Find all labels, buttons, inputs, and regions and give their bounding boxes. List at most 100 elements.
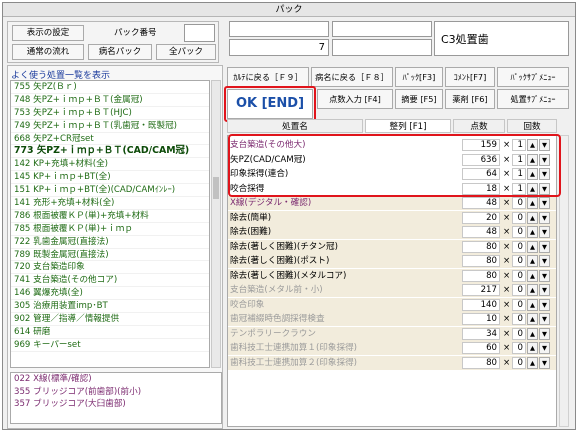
increment-up-icon[interactable]: ▲ bbox=[527, 284, 538, 296]
increment-up-icon[interactable]: ▲ bbox=[527, 240, 538, 253]
table-row[interactable]: X線(デジタル・確認) 48 × 0 ▲ ▼ bbox=[228, 196, 556, 210]
scrollbar-thumb[interactable] bbox=[213, 177, 219, 199]
points-field[interactable]: 48 bbox=[462, 226, 500, 238]
increment-up-icon[interactable]: ▲ bbox=[527, 313, 538, 325]
table-row[interactable]: テンポラリークラウン 34 × 0 ▲ ▼ bbox=[228, 326, 556, 341]
increment-up-icon[interactable]: ▲ bbox=[527, 269, 538, 282]
list-item[interactable]: 722 乳歯金属冠(直接法) bbox=[11, 236, 209, 249]
points-input-button[interactable]: 点数入力 [F4] bbox=[317, 89, 393, 109]
list-item[interactable]: 022 X線(標準/確認) bbox=[11, 373, 221, 386]
points-field[interactable]: 60 bbox=[462, 342, 500, 354]
list-item[interactable]: 741 支台築造(その他コア) bbox=[11, 274, 209, 288]
pack-submenu-button[interactable]: ﾊﾟｯｸｻﾌﾞﾒﾆｭｰ bbox=[497, 67, 569, 87]
points-field[interactable]: 80 bbox=[462, 356, 500, 369]
treatment-submenu-button[interactable]: 処置ｻﾌﾞﾒﾆｭｰ bbox=[497, 89, 569, 109]
list-item[interactable]: 785 根面被覆ＫＰ(単)+ｉｍｐ bbox=[11, 223, 209, 236]
display-settings-button[interactable]: 表示の設定 bbox=[12, 25, 84, 41]
table-row[interactable]: 歯科技工士連携加算１(印象採得) 60 × 0 ▲ ▼ bbox=[228, 341, 556, 355]
count-field[interactable]: 0 bbox=[512, 298, 526, 311]
list-item[interactable]: 773 矢PZ+ｉｍｐ+ＢＴ(CAD/CAM冠) bbox=[11, 145, 209, 159]
table-row[interactable]: 支台築造(メタル前・小) 217 × 0 ▲ ▼ bbox=[228, 283, 556, 297]
decrement-down-icon[interactable]: ▼ bbox=[539, 269, 550, 282]
decrement-down-icon[interactable]: ▼ bbox=[539, 197, 550, 209]
count-field[interactable]: 0 bbox=[512, 255, 526, 267]
increment-up-icon[interactable]: ▲ bbox=[527, 342, 538, 354]
count-field[interactable]: 0 bbox=[512, 313, 526, 325]
decrement-down-icon[interactable]: ▼ bbox=[539, 298, 550, 311]
medication-button[interactable]: 薬剤 [F6] bbox=[445, 89, 495, 109]
count-field[interactable]: 0 bbox=[512, 356, 526, 369]
increment-up-icon[interactable]: ▲ bbox=[527, 327, 538, 340]
decrement-down-icon[interactable]: ▼ bbox=[539, 255, 550, 267]
count-field[interactable]: 0 bbox=[512, 342, 526, 354]
list-item[interactable]: 614 研磨 bbox=[11, 326, 209, 339]
decrement-down-icon[interactable]: ▼ bbox=[539, 211, 550, 224]
increment-up-icon[interactable]: ▲ bbox=[527, 211, 538, 224]
list-item[interactable]: 748 矢PZ+ｉｍｐ+ＢＴ(金属冠) bbox=[11, 94, 209, 107]
count-field[interactable]: 0 bbox=[512, 327, 526, 340]
decrement-down-icon[interactable]: ▼ bbox=[539, 226, 550, 238]
table-row[interactable]: 除去(著しく困難)(ポスト) 80 × 0 ▲ ▼ bbox=[228, 254, 556, 268]
normal-flow-button[interactable]: 通常の流れ bbox=[12, 44, 84, 60]
table-row[interactable]: 歯冠補綴時色調採得検査 10 × 0 ▲ ▼ bbox=[228, 312, 556, 326]
back-to-karte-button[interactable]: ｶﾙﾃに戻る［Ｆ９］ bbox=[227, 67, 309, 87]
points-field[interactable]: 34 bbox=[462, 327, 500, 340]
list-item[interactable]: 668 矢PZ+CR冠set bbox=[11, 133, 209, 146]
table-row[interactable]: 除去(著しく困難)(チタン冠) 80 × 0 ▲ ▼ bbox=[228, 239, 556, 254]
list-item[interactable]: 355 ブリッジコア(前歯部)(前小) bbox=[11, 386, 221, 399]
list-scrollbar[interactable] bbox=[211, 80, 221, 368]
list-item[interactable]: 146 翼爆充填(全) bbox=[11, 287, 209, 301]
points-field[interactable]: 10 bbox=[462, 313, 500, 325]
decrement-down-icon[interactable]: ▼ bbox=[539, 284, 550, 296]
sort-button[interactable]: 整列 [F1] bbox=[365, 119, 451, 133]
points-field[interactable]: 80 bbox=[462, 255, 500, 267]
count-field[interactable]: 0 bbox=[512, 269, 526, 282]
list-item[interactable]: 357 ブリッジコア(大臼歯部) bbox=[11, 398, 221, 411]
summary-button[interactable]: 摘要 [F5] bbox=[395, 89, 443, 109]
count-field[interactable]: 0 bbox=[512, 197, 526, 209]
table-row[interactable]: 除去(簡単) 20 × 0 ▲ ▼ bbox=[228, 210, 556, 225]
table-row[interactable]: 除去(困難) 48 × 0 ▲ ▼ bbox=[228, 225, 556, 239]
increment-up-icon[interactable]: ▲ bbox=[527, 356, 538, 369]
points-field[interactable]: 20 bbox=[462, 211, 500, 224]
points-field[interactable]: 140 bbox=[462, 298, 500, 311]
decrement-down-icon[interactable]: ▼ bbox=[539, 342, 550, 354]
comment-button[interactable]: ｺﾒﾝﾄ[F7] bbox=[445, 67, 495, 87]
list-item[interactable]: 969 キーパーset bbox=[11, 339, 209, 352]
list-item[interactable]: 141 充形+充填+材料(全) bbox=[11, 197, 209, 210]
count-field[interactable]: 0 bbox=[512, 211, 526, 224]
all-pack-button[interactable]: 全パック bbox=[156, 44, 216, 60]
count-field[interactable]: 0 bbox=[512, 240, 526, 253]
points-field[interactable]: 80 bbox=[462, 240, 500, 253]
points-field[interactable]: 48 bbox=[462, 197, 500, 209]
pack-number-input[interactable] bbox=[184, 24, 215, 42]
disease-pack-button[interactable]: 病名パック bbox=[88, 44, 152, 60]
count-field[interactable]: 0 bbox=[512, 226, 526, 238]
increment-up-icon[interactable]: ▲ bbox=[527, 226, 538, 238]
list-item[interactable]: 305 治療用装置imp･BT bbox=[11, 300, 209, 314]
list-item[interactable]: 902 管理／指導／情報提供 bbox=[11, 313, 209, 326]
list-item[interactable]: 749 矢PZ+ｉｍｐ+ＢＴ(乳歯冠・既製冠) bbox=[11, 120, 209, 133]
back-to-disease-button[interactable]: 病名に戻る［Ｆ８］ bbox=[311, 67, 393, 87]
decrement-down-icon[interactable]: ▼ bbox=[539, 327, 550, 340]
decrement-down-icon[interactable]: ▼ bbox=[539, 356, 550, 369]
points-field[interactable]: 217 bbox=[462, 284, 500, 296]
count-field[interactable]: 0 bbox=[512, 284, 526, 296]
increment-up-icon[interactable]: ▲ bbox=[527, 197, 538, 209]
list-item[interactable]: 755 矢PZ(Ｂｒ) bbox=[11, 81, 209, 94]
list-item[interactable]: 142 KP+充填+材料(全) bbox=[11, 158, 209, 172]
list-item[interactable]: 753 矢PZ+ｉｍｐ+ＢＴ(HJC) bbox=[11, 107, 209, 120]
table-row[interactable]: 咬合印象 140 × 0 ▲ ▼ bbox=[228, 297, 556, 312]
points-field[interactable]: 80 bbox=[462, 269, 500, 282]
table-row[interactable]: 除去(著しく困難)(メタルコア) 80 × 0 ▲ ▼ bbox=[228, 268, 556, 283]
decrement-down-icon[interactable]: ▼ bbox=[539, 313, 550, 325]
list-item[interactable]: 151 KP+ｉｍｐ+BT(全)(CAD/CAMｲﾝﾚｰ) bbox=[11, 184, 209, 198]
list-item[interactable]: 789 既製金属冠(直接法) bbox=[11, 249, 209, 262]
table-row[interactable]: 歯科技工士連携加算２(印象採得) 80 × 0 ▲ ▼ bbox=[228, 355, 556, 370]
increment-up-icon[interactable]: ▲ bbox=[527, 255, 538, 267]
pack-button[interactable]: ﾊﾟｯｸ[F3] bbox=[395, 67, 443, 87]
decrement-down-icon[interactable]: ▼ bbox=[539, 240, 550, 253]
list-item[interactable]: 720 支台築造印象 bbox=[11, 261, 209, 275]
list-item[interactable]: 786 根面被覆ＫＰ(単)+充填+材料 bbox=[11, 210, 209, 223]
increment-up-icon[interactable]: ▲ bbox=[527, 298, 538, 311]
